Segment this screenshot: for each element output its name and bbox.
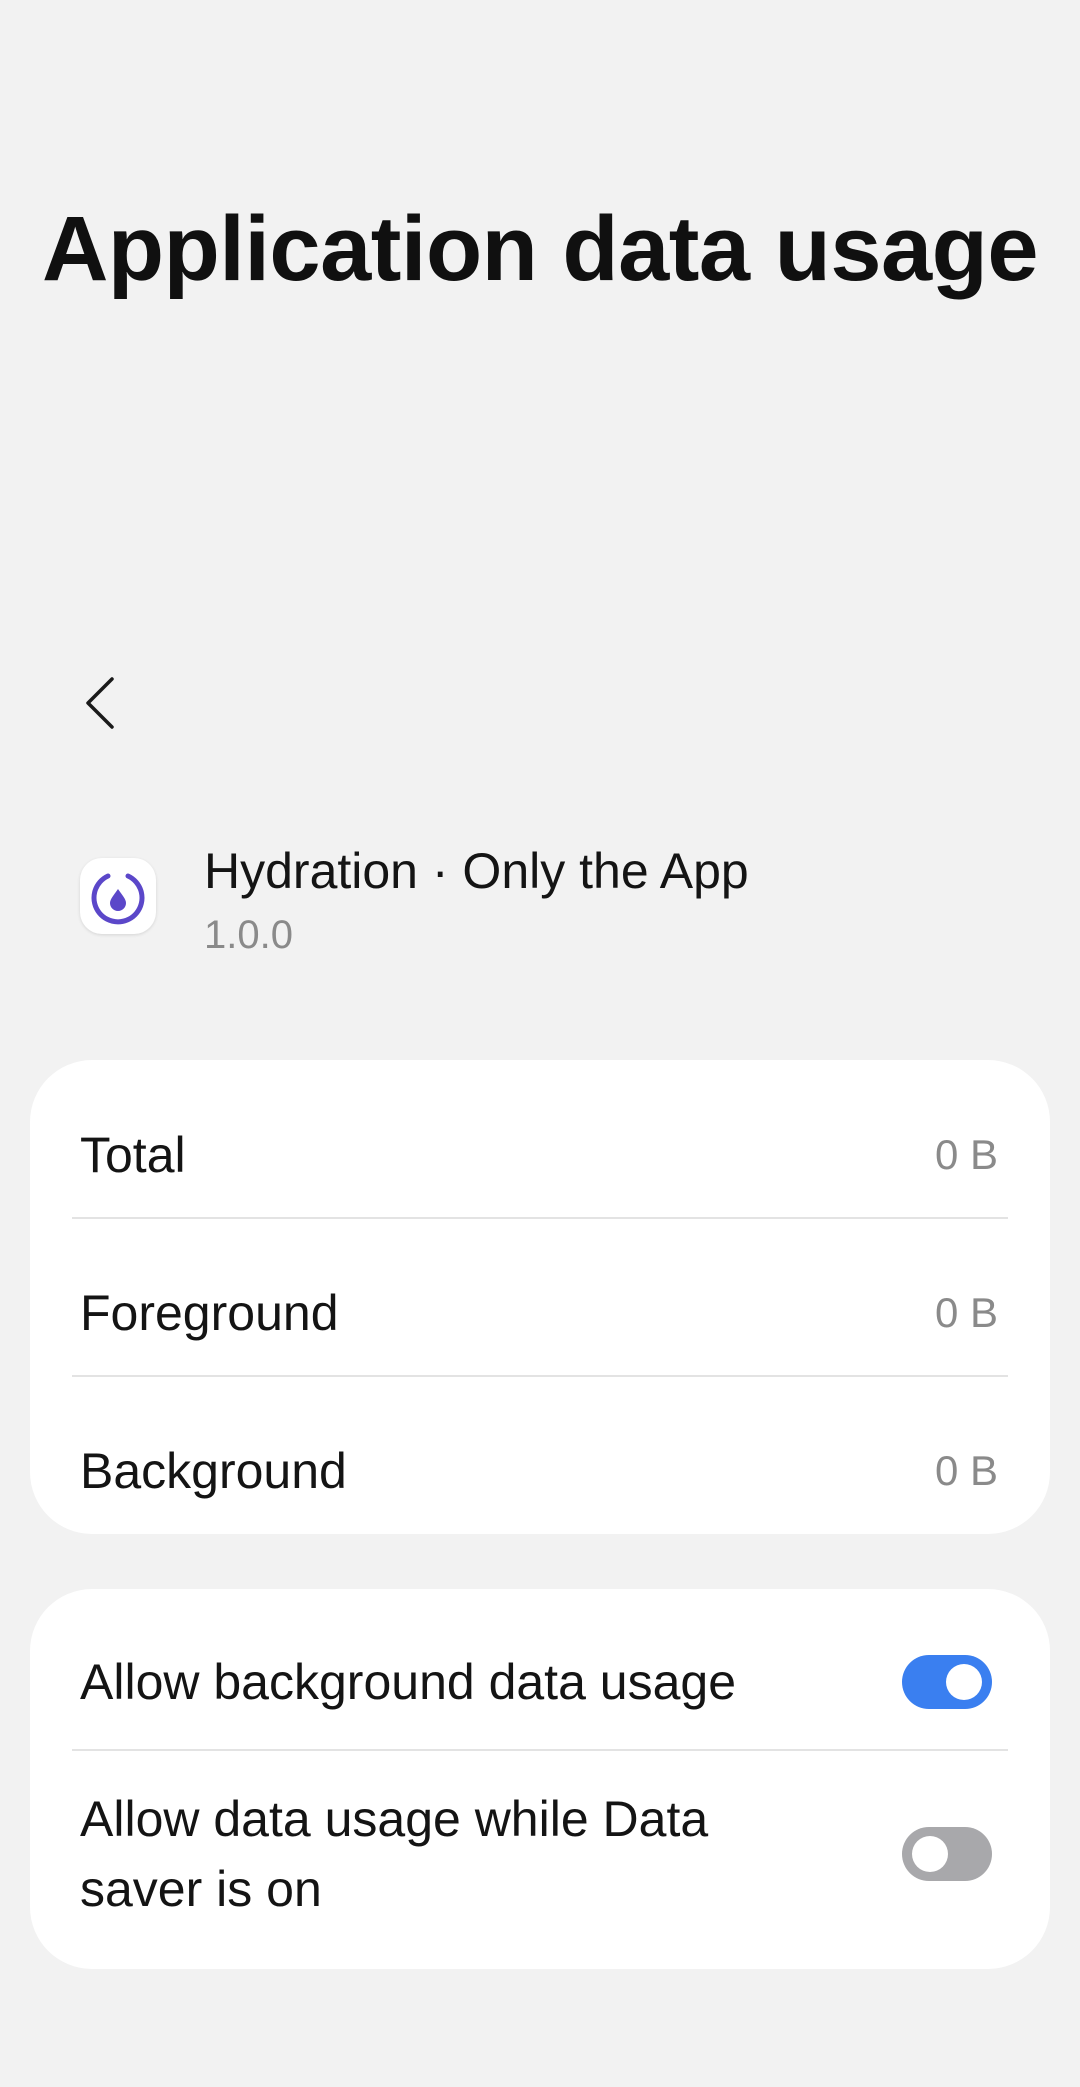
usage-label-total: Total (80, 1127, 186, 1183)
data-toggles-card: Allow background data usage Allow data u… (30, 1589, 1050, 1969)
data-usage-card: Total 0 B Foreground 0 B Background 0 B (30, 1060, 1050, 1534)
divider (72, 1749, 1008, 1751)
data-saver-switch[interactable] (902, 1827, 992, 1881)
back-button[interactable] (70, 668, 130, 738)
usage-label-background: Background (80, 1443, 347, 1499)
app-header: Hydration · Only the App 1.0.0 (80, 838, 1020, 968)
hydration-ring-icon (80, 858, 156, 934)
usage-label-foreground: Foreground (80, 1285, 339, 1341)
usage-value-background: 0 B (934, 1447, 998, 1494)
usage-value-foreground: 0 B (934, 1289, 998, 1336)
usage-value-total: 0 B (934, 1131, 998, 1178)
app-name: Hydration · Only the App (204, 843, 749, 899)
chevron-left-icon (86, 677, 114, 729)
switch-knob (912, 1836, 948, 1872)
switch-knob (946, 1664, 982, 1700)
divider (72, 1217, 1008, 1219)
toggle-row-data-saver[interactable]: Allow data usage while Data saver is on (80, 1779, 1000, 1929)
toggle-row-background-data[interactable]: Allow background data usage (80, 1622, 1000, 1742)
toggle-label-background-data: Allow background data usage (80, 1654, 737, 1710)
background-data-switch[interactable] (902, 1655, 992, 1709)
page-title: Application data usage (41, 198, 1039, 300)
toggle-label-data-saver: Allow data usage while Data saver is on (80, 1791, 709, 1917)
usage-row-foreground: Foreground 0 B (80, 1278, 1000, 1348)
usage-row-background: Background 0 B (80, 1436, 1000, 1506)
divider (72, 1375, 1008, 1377)
usage-row-total: Total 0 B (80, 1120, 1000, 1190)
app-version: 1.0.0 (204, 913, 293, 957)
